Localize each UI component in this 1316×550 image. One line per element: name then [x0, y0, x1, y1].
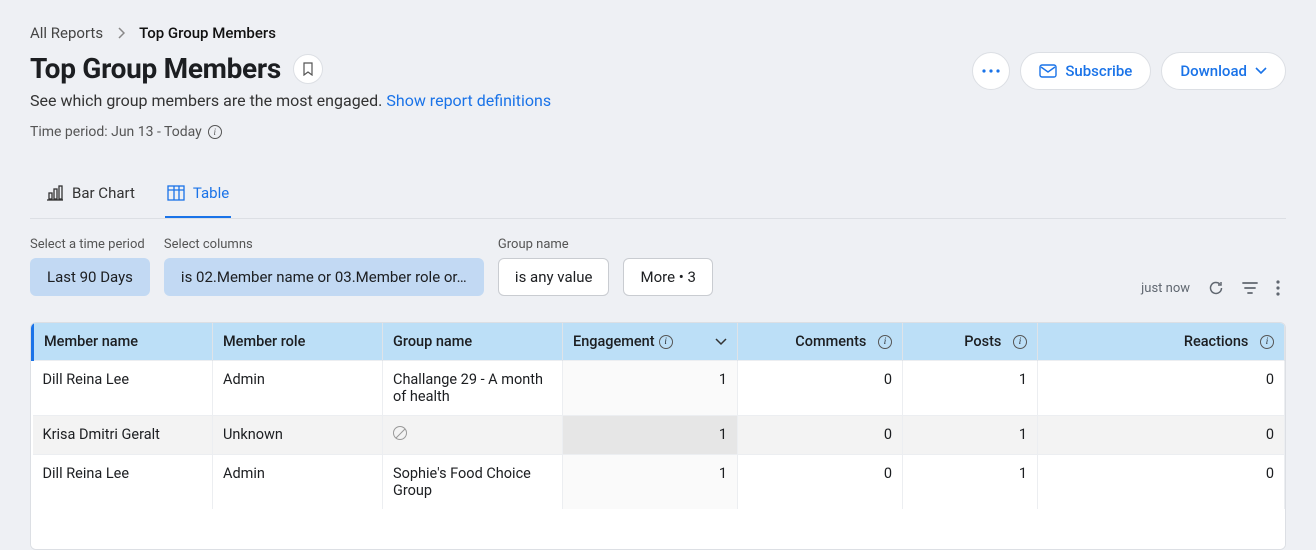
column-header-member-role[interactable]: Member role: [213, 323, 383, 361]
cell-reactions: 0: [1038, 361, 1285, 416]
page-title: Top Group Members: [30, 52, 281, 85]
cell-member-role: Admin: [213, 455, 383, 510]
column-label: Engagement: [573, 333, 655, 350]
column-label: Comments: [795, 333, 866, 350]
table-empty-area: [31, 509, 1285, 549]
column-label: Group name: [393, 333, 472, 350]
cell-member-role: Unknown: [213, 416, 383, 455]
table-row[interactable]: Dill Reina Lee Admin Sophie's Food Choic…: [33, 455, 1285, 510]
cell-posts: 1: [903, 455, 1038, 510]
table-header-row: Member name Member role Group name Engag…: [33, 323, 1285, 361]
filter-settings-button[interactable]: [1242, 281, 1258, 295]
refresh-icon: [1208, 280, 1224, 296]
mail-icon: [1039, 64, 1057, 78]
filter-columns-value: is 02.Member name or 03.Member role or…: [181, 268, 467, 286]
subtitle-text: See which group members are the most eng…: [30, 91, 382, 110]
cell-reactions: 0: [1038, 416, 1285, 455]
cell-group-name: [383, 416, 563, 455]
tab-bar-chart[interactable]: Bar Chart: [44, 170, 137, 218]
cell-member-name: Dill Reina Lee: [33, 455, 213, 510]
chevron-right-icon: [117, 27, 125, 39]
dots-horizontal-icon: [982, 69, 1000, 73]
cell-engagement: 1: [563, 416, 738, 455]
cell-comments: 0: [738, 361, 903, 416]
filter-icon: [1242, 281, 1258, 295]
subscribe-button[interactable]: Subscribe: [1020, 52, 1151, 90]
null-icon: [393, 426, 407, 440]
tab-table[interactable]: Table: [165, 170, 231, 218]
filter-group-value: is any value: [515, 268, 593, 286]
dots-vertical-icon: [1276, 280, 1280, 296]
cell-posts: 1: [903, 361, 1038, 416]
filter-time-period[interactable]: Last 90 Days: [30, 258, 150, 296]
results-table: Member name Member role Group name Engag…: [30, 322, 1286, 550]
column-header-engagement[interactable]: Engagement i: [563, 323, 738, 361]
view-tabs: Bar Chart Table: [30, 170, 1286, 219]
filter-more[interactable]: More • 3: [623, 258, 712, 296]
table-row[interactable]: Krisa Dmitri Geralt Unknown 1 0 1 0: [33, 416, 1285, 455]
table-row[interactable]: Dill Reina Lee Admin Challange 29 - A mo…: [33, 361, 1285, 416]
cell-engagement: 1: [563, 361, 738, 416]
time-period-label: Time period: Jun 13 - Today: [30, 124, 202, 140]
cell-posts: 1: [903, 416, 1038, 455]
filter-group-label: Group name: [498, 237, 610, 252]
info-icon[interactable]: i: [878, 335, 892, 349]
subscribe-label: Subscribe: [1065, 62, 1132, 80]
breadcrumb-root[interactable]: All Reports: [30, 24, 103, 42]
column-header-group-name[interactable]: Group name: [383, 323, 563, 361]
bookmark-button[interactable]: [293, 54, 323, 84]
cell-comments: 0: [738, 416, 903, 455]
cell-group-name: Sophie's Food Choice Group: [383, 455, 563, 510]
bookmark-icon: [302, 62, 314, 76]
kebab-menu-button[interactable]: [1276, 280, 1280, 296]
filter-group-name[interactable]: is any value: [498, 258, 610, 296]
column-header-posts[interactable]: Posts i: [903, 323, 1038, 361]
cell-member-role: Admin: [213, 361, 383, 416]
refresh-button[interactable]: [1208, 280, 1224, 296]
more-actions-button[interactable]: [972, 52, 1010, 90]
spacer: [623, 237, 712, 252]
download-label: Download: [1180, 62, 1247, 80]
breadcrumb: All Reports Top Group Members: [30, 24, 1286, 42]
filter-time-value: Last 90 Days: [47, 268, 133, 286]
cell-member-name: Dill Reina Lee: [33, 361, 213, 416]
info-icon[interactable]: i: [659, 335, 673, 349]
cell-reactions: 0: [1038, 455, 1285, 510]
show-definitions-link[interactable]: Show report definitions: [386, 91, 551, 110]
filter-columns-label: Select columns: [164, 237, 484, 252]
column-label: Reactions: [1184, 333, 1249, 350]
info-icon[interactable]: i: [1013, 335, 1027, 349]
cell-engagement: 1: [563, 455, 738, 510]
filter-time-label: Select a time period: [30, 237, 150, 252]
filter-more-label: More • 3: [640, 268, 695, 286]
column-label: Member name: [44, 333, 138, 350]
column-header-member-name[interactable]: Member name: [33, 323, 213, 361]
breadcrumb-current: Top Group Members: [139, 24, 276, 42]
last-refreshed-text: just now: [1141, 281, 1190, 296]
info-icon[interactable]: i: [1260, 335, 1274, 349]
column-label: Posts: [964, 333, 1001, 350]
chevron-down-icon: [1255, 67, 1267, 75]
sort-desc-icon: [715, 338, 727, 346]
cell-comments: 0: [738, 455, 903, 510]
table-icon: [167, 185, 185, 201]
info-icon[interactable]: i: [208, 125, 222, 139]
column-header-comments[interactable]: Comments i: [738, 323, 903, 361]
cell-member-name: Krisa Dmitri Geralt: [33, 416, 213, 455]
tab-table-label: Table: [193, 184, 229, 202]
download-button[interactable]: Download: [1161, 52, 1286, 90]
bar-chart-icon: [46, 185, 64, 201]
tab-bar-chart-label: Bar Chart: [72, 184, 135, 202]
page-subtitle: See which group members are the most eng…: [30, 91, 551, 110]
cell-group-name: Challange 29 - A month of health: [383, 361, 563, 416]
column-label: Member role: [223, 333, 305, 350]
column-header-reactions[interactable]: Reactions i: [1038, 323, 1285, 361]
filter-columns[interactable]: is 02.Member name or 03.Member role or…: [164, 258, 484, 296]
time-period: Time period: Jun 13 - Today i: [30, 124, 551, 140]
